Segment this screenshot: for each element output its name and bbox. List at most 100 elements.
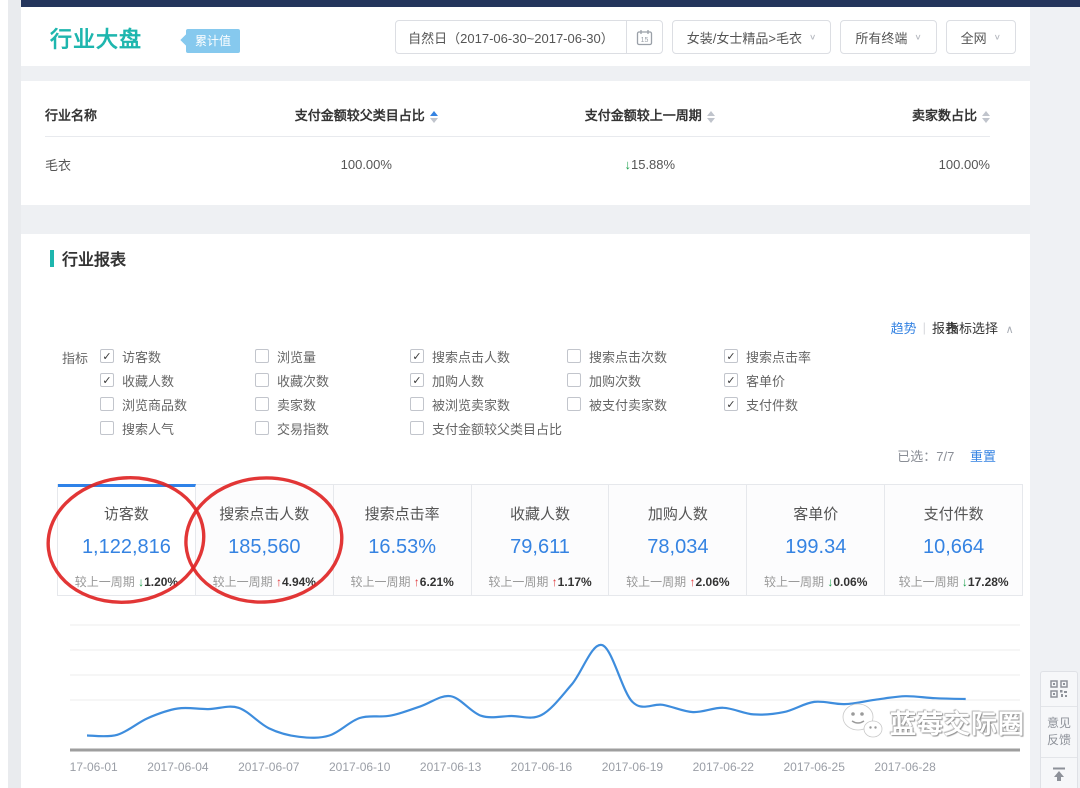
checked-checkbox-icon[interactable]: ✓ (100, 349, 114, 363)
metric-tab-inactive[interactable]: 客单价 199.34 较上一周期 ↓0.06% (747, 484, 885, 595)
tab-compare-text: 较上一周期 ↓17.28% (885, 573, 1022, 590)
unchecked-checkbox-icon[interactable] (410, 421, 424, 435)
page-title: 行业大盘 (50, 22, 142, 54)
left-gutter (8, 0, 21, 788)
sort-icon[interactable] (707, 111, 715, 123)
metric-checkbox[interactable]: 浏览量 (255, 344, 410, 368)
metric-tab-inactive[interactable]: 收藏人数 79,611 较上一周期 ↑1.17% (472, 484, 610, 595)
metric-checkbox-label: 浏览量 (277, 347, 316, 366)
svg-text:2017-06-01: 2017-06-01 (70, 760, 118, 774)
tab-compare-text: 较上一周期 ↑2.06% (609, 573, 746, 590)
table-row: 毛衣 100.00% ↓15.88% 100.00% (45, 137, 990, 183)
tab-metric-label: 客单价 (747, 503, 884, 524)
svg-text:15: 15 (640, 37, 648, 44)
unchecked-checkbox-icon[interactable] (567, 349, 581, 363)
metric-checkbox[interactable]: ✓ 支付件数 (724, 392, 874, 416)
sort-icon[interactable] (430, 111, 438, 123)
tab-compare-text: 较上一周期 ↑4.94% (196, 573, 333, 590)
tab-metric-value: 10,664 (885, 536, 1022, 559)
metric-checkbox[interactable]: ✓ 搜索点击率 (724, 344, 874, 368)
terminal-dropdown[interactable]: 所有终端 ∨ (840, 20, 936, 54)
metric-tabs: 访客数 1,122,816 较上一周期 ↓1.20% 搜索点击人数 185,56… (57, 484, 1023, 596)
metric-checkbox[interactable]: ✓ 访客数 (100, 344, 255, 368)
unchecked-checkbox-icon[interactable] (100, 397, 114, 411)
metric-checkbox-grid: ✓ 访客数 ✓ 收藏人数 浏览商品数 搜索人气 浏览量 收藏次数 卖家数 交易指… (100, 344, 874, 440)
qr-code-button[interactable] (1041, 672, 1077, 707)
scope-label: 全网 (961, 28, 987, 47)
metric-checkbox[interactable]: 卖家数 (255, 392, 410, 416)
section-title-text: 行业报表 (62, 246, 126, 270)
metric-checkbox[interactable]: 收藏次数 (255, 368, 410, 392)
tab-compare-text: 较上一周期 ↓0.06% (747, 573, 884, 590)
metric-checkbox-label: 收藏人数 (122, 371, 174, 390)
feedback-button[interactable]: 意见 反馈 (1041, 707, 1077, 758)
section-divider (21, 205, 1030, 234)
table-column-header: 行业名称 (45, 95, 215, 137)
metric-checkbox[interactable]: 浏览商品数 (100, 392, 255, 416)
date-range-picker[interactable]: 自然日（2017-06-30~2017-06-30） 15 (395, 20, 663, 54)
unchecked-checkbox-icon[interactable] (567, 397, 581, 411)
metric-tab-inactive[interactable]: 加购人数 78,034 较上一周期 ↑2.06% (609, 484, 747, 595)
reset-link[interactable]: 重置 (970, 449, 996, 464)
section-divider (21, 66, 1030, 81)
header-controls: 自然日（2017-06-30~2017-06-30） 15 女装/女士精品>毛衣… (395, 20, 1016, 54)
metric-tab-inactive[interactable]: 搜索点击人数 185,560 较上一周期 ↑4.94% (196, 484, 334, 595)
metric-checkbox[interactable]: 搜索点击次数 (567, 344, 724, 368)
metric-tab-active[interactable]: 访客数 1,122,816 较上一周期 ↓1.20% (58, 484, 196, 595)
unchecked-checkbox-icon[interactable] (255, 397, 269, 411)
category-dropdown[interactable]: 女装/女士精品>毛衣 ∨ (672, 20, 832, 54)
metric-checkbox-label: 搜索点击次数 (589, 347, 667, 366)
checked-checkbox-icon[interactable]: ✓ (724, 349, 738, 363)
metric-tab-inactive[interactable]: 支付件数 10,664 较上一周期 ↓17.28% (885, 484, 1022, 595)
unchecked-checkbox-icon[interactable] (255, 349, 269, 363)
metric-checkbox-label: 加购人数 (432, 371, 484, 390)
unchecked-checkbox-icon[interactable] (255, 421, 269, 435)
chevron-down-icon: ∨ (994, 33, 1001, 42)
metric-tab-inactive[interactable]: 搜索点击率 16.53% 较上一周期 ↑6.21% (334, 484, 472, 595)
metric-checkbox[interactable]: 被浏览卖家数 (410, 392, 567, 416)
pay-vs-parent-cell: 100.00% (215, 137, 517, 183)
table-column-header[interactable]: 支付金额较上一周期 (517, 95, 782, 137)
feedback-label-line2: 反馈 (1047, 732, 1071, 749)
table-column-header[interactable]: 卖家数占比 (782, 95, 990, 137)
table-column-header[interactable]: 支付金额较父类目占比 (215, 95, 517, 137)
unchecked-checkbox-icon[interactable] (255, 373, 269, 387)
metric-checkbox[interactable]: 交易指数 (255, 416, 410, 440)
svg-text:2017-06-19: 2017-06-19 (602, 760, 664, 774)
metric-checkbox-label: 卖家数 (277, 395, 316, 414)
checked-checkbox-icon[interactable]: ✓ (724, 373, 738, 387)
checked-checkbox-icon[interactable]: ✓ (410, 349, 424, 363)
tab-metric-label: 加购人数 (609, 503, 746, 524)
indicator-select-toggle[interactable]: 指标选择 ∧ (946, 318, 1034, 337)
checked-checkbox-icon[interactable]: ✓ (100, 373, 114, 387)
floating-side-widget: 意见 反馈 (1040, 671, 1078, 788)
metric-checkbox[interactable]: ✓ 收藏人数 (100, 368, 255, 392)
back-to-top-button[interactable] (1041, 758, 1077, 788)
scope-dropdown[interactable]: 全网 ∨ (946, 20, 1016, 54)
indicator-select-label: 指标选择 (946, 321, 998, 336)
metric-checkbox[interactable]: ✓ 搜索点击人数 (410, 344, 567, 368)
checkbox-column: 浏览量 收藏次数 卖家数 交易指数 (255, 344, 410, 440)
checked-checkbox-icon[interactable]: ✓ (410, 373, 424, 387)
selected-count: 已选：7/7 (897, 449, 954, 464)
sort-icon[interactable] (982, 111, 990, 123)
metric-checkbox[interactable]: 支付金额较父类目占比 (410, 416, 567, 440)
metric-checkbox[interactable]: ✓ 客单价 (724, 368, 874, 392)
calendar-icon[interactable]: 15 (626, 21, 662, 53)
unchecked-checkbox-icon[interactable] (567, 373, 581, 387)
metric-checkbox-label: 被浏览卖家数 (432, 395, 510, 414)
metric-checkbox[interactable]: 搜索人气 (100, 416, 255, 440)
trend-view-link[interactable]: 趋势 (891, 318, 917, 337)
checked-checkbox-icon[interactable]: ✓ (724, 397, 738, 411)
svg-text:2017-06-04: 2017-06-04 (147, 760, 209, 774)
watermark-logo-icon (840, 702, 886, 742)
metric-checkbox[interactable]: 被支付卖家数 (567, 392, 724, 416)
metric-checkbox[interactable]: 加购次数 (567, 368, 724, 392)
unchecked-checkbox-icon[interactable] (100, 421, 114, 435)
metric-checkbox-label: 搜索人气 (122, 419, 174, 438)
unchecked-checkbox-icon[interactable] (410, 397, 424, 411)
tab-metric-value: 78,034 (609, 536, 746, 559)
date-range-label: 自然日（2017-06-30~2017-06-30） (396, 28, 626, 47)
tab-metric-label: 搜索点击率 (334, 503, 471, 524)
metric-checkbox[interactable]: ✓ 加购人数 (410, 368, 567, 392)
